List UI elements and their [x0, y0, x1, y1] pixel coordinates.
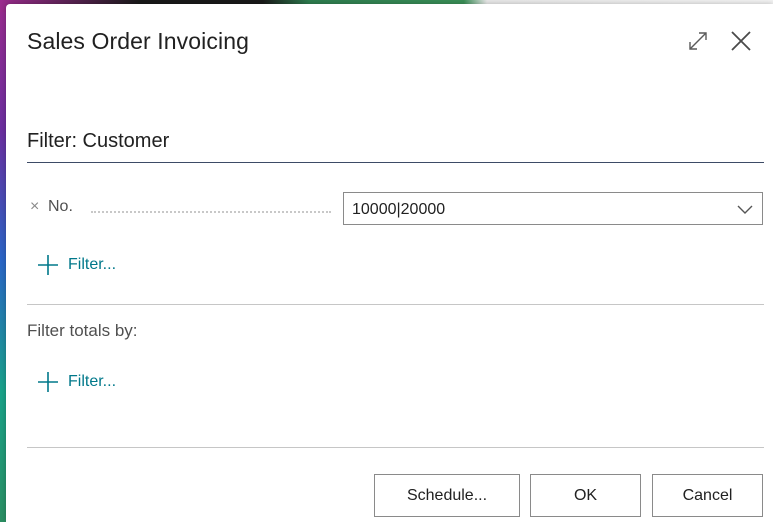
dropdown-button[interactable]	[736, 201, 754, 222]
add-totals-filter-link[interactable]: Filter...	[37, 370, 116, 394]
plus-icon	[38, 372, 58, 392]
ok-button[interactable]: OK	[530, 474, 641, 517]
plus-icon	[38, 255, 58, 275]
customer-no-filter-row: × No. 10000|20000	[27, 192, 764, 226]
chevron-down-icon	[737, 205, 753, 214]
customer-no-input[interactable]: 10000|20000	[343, 192, 763, 225]
field-label-no: No.	[48, 198, 73, 215]
cancel-button[interactable]: Cancel	[652, 474, 763, 517]
customer-no-value: 10000|20000	[352, 201, 446, 218]
customer-filter-heading: Filter: Customer	[27, 130, 170, 152]
expand-icon	[689, 32, 707, 50]
dialog-title: Sales Order Invoicing	[27, 28, 249, 54]
sales-order-invoicing-dialog: Sales Order Invoicing Filter: Customer ×…	[6, 4, 773, 522]
add-filter-label: Filter...	[68, 256, 117, 273]
section-divider	[27, 162, 764, 163]
remove-filter-button[interactable]: ×	[30, 197, 39, 217]
close-button[interactable]	[726, 26, 756, 56]
add-customer-filter-link[interactable]: Filter...	[37, 253, 116, 277]
expand-button[interactable]	[683, 26, 713, 56]
schedule-button[interactable]: Schedule...	[374, 474, 520, 517]
divider	[27, 304, 764, 305]
label-leader-dots	[91, 211, 331, 213]
add-filter-label: Filter...	[68, 373, 117, 390]
filter-totals-label: Filter totals by:	[27, 321, 138, 340]
footer-divider	[27, 447, 764, 448]
close-icon	[731, 31, 751, 51]
